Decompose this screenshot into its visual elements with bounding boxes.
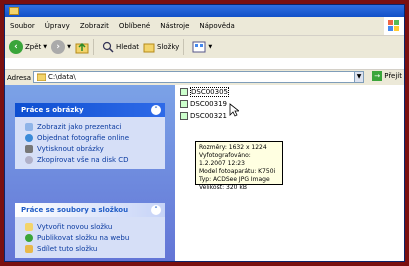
menu-view[interactable]: Zobrazit	[75, 22, 114, 30]
file-name: DSC00319	[190, 100, 227, 108]
file-info-tooltip: Rozměry: 1632 x 1224 Vyfotografováno: 1.…	[195, 141, 283, 191]
order-prints-icon	[25, 133, 33, 142]
go-arrow-icon: →	[372, 71, 383, 81]
task-copy-cd[interactable]: Zkopírovat vše na disk CD	[25, 154, 161, 165]
back-arrow-icon: ‹	[9, 40, 23, 54]
back-label: Zpět	[25, 43, 42, 51]
toolbar-separator	[93, 39, 95, 55]
back-button[interactable]: ‹ Zpět ▼	[9, 40, 47, 54]
file-list: DSC00305 DSC00319 DSC00321	[180, 87, 229, 123]
task-slideshow[interactable]: Zobrazit jako prezentaci	[25, 121, 161, 132]
image-file-icon	[180, 112, 188, 120]
search-button[interactable]: Hledat	[102, 41, 139, 53]
collapse-icon[interactable]: ˄	[151, 205, 161, 215]
address-value: C:\data\	[48, 73, 76, 81]
panel-title: Práce s obrázky	[21, 106, 84, 114]
list-item[interactable]: DSC00305	[180, 87, 229, 97]
folders-button[interactable]: Složky	[143, 41, 179, 53]
windows-logo-icon	[384, 17, 404, 35]
title-bar	[5, 5, 404, 17]
task-label: Zkopírovat vše na disk CD	[37, 155, 129, 164]
toolbar: ‹ Zpět ▼ › ▼ Hledat Složky ▼	[5, 36, 404, 58]
task-label: Vytisknout obrázky	[37, 144, 104, 153]
search-icon	[102, 41, 114, 53]
file-name: DSC00305	[190, 87, 229, 97]
menu-favorites[interactable]: Oblíbené	[114, 22, 155, 30]
task-label: Publikovat složku na webu	[37, 233, 130, 242]
views-button[interactable]: ▼	[192, 41, 212, 53]
cd-icon	[25, 155, 33, 164]
folders-label: Složky	[157, 43, 180, 51]
address-bar: Adresa C:\data\ ▼ → Přejít	[5, 69, 404, 85]
forward-dropdown-icon[interactable]: ▼	[67, 44, 71, 50]
task-share-folder[interactable]: Sdílet tuto složku	[25, 243, 161, 254]
toolbar-separator	[183, 39, 185, 55]
address-input[interactable]: C:\data\	[33, 71, 364, 83]
views-icon	[192, 41, 206, 53]
slideshow-icon	[25, 122, 33, 131]
menu-help[interactable]: Nápověda	[194, 22, 239, 30]
address-dropdown-icon[interactable]: ▼	[354, 71, 364, 83]
address-label: Adresa	[7, 73, 32, 82]
up-folder-button[interactable]	[75, 40, 89, 54]
task-print[interactable]: Vytisknout obrázky	[25, 143, 161, 154]
task-new-folder[interactable]: Vytvořit novou složku	[25, 221, 161, 232]
folder-icon	[9, 7, 19, 15]
task-label: Vytvořit novou složku	[37, 222, 113, 231]
file-name: DSC00321	[190, 112, 227, 120]
tooltip-line: Model fotoaparátu: K750i	[199, 168, 276, 175]
task-label: Objednat fotografie online	[37, 133, 130, 142]
new-folder-icon	[25, 222, 33, 231]
tooltip-line: Velikost: 320 kB	[199, 184, 247, 191]
share-folder-icon	[25, 244, 33, 253]
image-file-icon	[180, 100, 188, 108]
mouse-cursor-icon	[229, 103, 239, 117]
menu-bar: Soubor Úpravy Zobrazit Oblíbené Nástroje…	[5, 17, 404, 36]
picture-tasks-header[interactable]: Práce s obrázky ˄	[15, 103, 165, 117]
views-dropdown-icon: ▼	[208, 44, 213, 50]
go-label: Přejít	[384, 72, 402, 80]
file-tasks-header[interactable]: Práce se soubory a složkou ˄	[15, 203, 165, 217]
search-label: Hledat	[116, 43, 140, 51]
menu-tools[interactable]: Nástroje	[155, 22, 194, 30]
publish-web-icon	[25, 233, 33, 242]
panel-title: Práce se soubory a složkou	[21, 206, 129, 214]
file-tasks-panel: Práce se soubory a složkou ˄ Vytvořit no…	[15, 203, 165, 258]
tooltip-line: Vyfotografováno: 1.2.2007 12:23	[199, 152, 251, 167]
picture-tasks-panel: Práce s obrázky ˄ Zobrazit jako prezenta…	[15, 103, 165, 169]
tooltip-line: Rozměry: 1632 x 1224	[199, 144, 267, 151]
up-folder-icon	[75, 42, 89, 54]
back-dropdown-icon[interactable]: ▼	[43, 44, 47, 50]
folder-icon	[37, 73, 46, 81]
task-pane: Práce s obrázky ˄ Zobrazit jako prezenta…	[5, 85, 175, 261]
menu-edit[interactable]: Úpravy	[40, 22, 75, 30]
image-file-icon	[180, 88, 188, 96]
go-button[interactable]: → Přejít	[372, 71, 402, 81]
task-order-prints[interactable]: Objednat fotografie online	[25, 132, 161, 143]
task-publish-web[interactable]: Publikovat složku na webu	[25, 232, 161, 243]
list-item[interactable]: DSC00319	[180, 99, 229, 109]
explorer-window: Soubor Úpravy Zobrazit Oblíbené Nástroje…	[4, 4, 405, 262]
list-item[interactable]: DSC00321	[180, 111, 229, 121]
folders-icon	[143, 43, 155, 53]
task-label: Sdílet tuto složku	[37, 244, 98, 253]
task-label: Zobrazit jako prezentaci	[37, 122, 122, 131]
menu-file[interactable]: Soubor	[5, 22, 40, 30]
forward-arrow-icon: ›	[51, 40, 66, 54]
printer-icon	[25, 144, 33, 153]
tooltip-line: Typ: ACDSee JPG Image	[199, 176, 270, 183]
collapse-icon[interactable]: ˄	[151, 105, 161, 115]
forward-button[interactable]: › ▼	[51, 40, 71, 54]
